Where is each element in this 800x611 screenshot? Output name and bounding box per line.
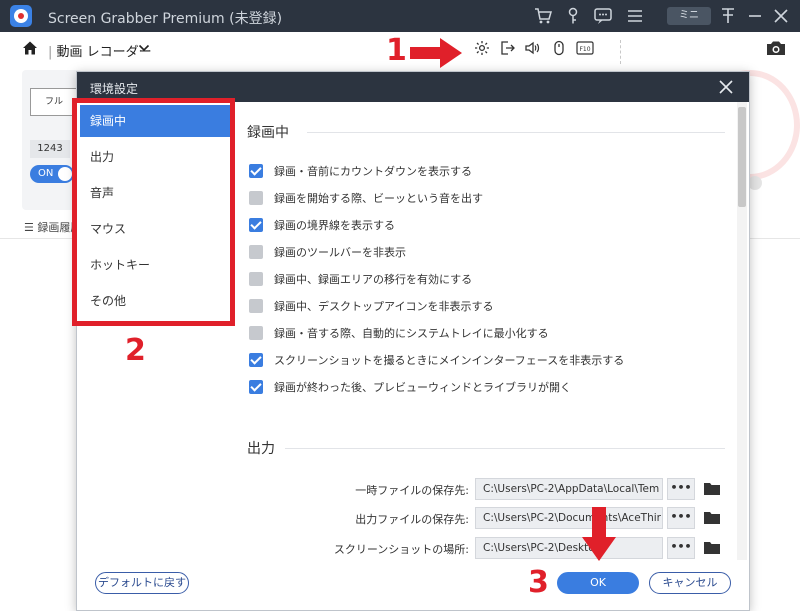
ok-button[interactable]: OK — [557, 572, 639, 594]
annotation-number-2: 2 — [125, 333, 146, 368]
settings-gear-icon[interactable] — [474, 40, 490, 56]
annotation-number-3: 3 — [528, 565, 549, 600]
volume-knob[interactable] — [748, 176, 762, 190]
close-window-icon[interactable] — [771, 6, 791, 26]
checkbox[interactable] — [249, 272, 263, 286]
pin-icon[interactable] — [718, 6, 738, 26]
mode-selector-label[interactable]: | 動画 レコーダー — [48, 41, 152, 60]
dialog-footer: デフォルトに戻す OK キャンセル — [77, 560, 749, 610]
folder-icon[interactable] — [703, 481, 721, 496]
recording-history-link[interactable]: ☰ 録画履歴 — [24, 219, 76, 235]
settings-content[interactable]: 録画中 録画・音前にカウントダウンを表示する 録画を開始する際、ビーッという音を… — [229, 102, 734, 560]
cart-icon[interactable] — [533, 6, 553, 26]
output-folder-field[interactable]: C:\Users\PC-2\Documents\AceThir — [475, 507, 663, 529]
output-folder-row: 出力ファイルの保存先: C:\Users\PC-2\Documents\AceT… — [229, 507, 734, 529]
dialog-title: 環境設定 — [90, 82, 139, 96]
hotkey-f10-icon[interactable]: F10 — [576, 40, 594, 56]
speaker-icon[interactable] — [524, 40, 540, 56]
reset-defaults-button[interactable]: デフォルトに戻す — [95, 572, 189, 594]
checkbox[interactable] — [249, 299, 263, 313]
mouse-icon[interactable] — [551, 40, 567, 56]
temp-folder-field[interactable]: C:\Users\PC-2\AppData\Local\Tem — [475, 478, 663, 500]
section-title-recording: 録画中 — [247, 125, 289, 141]
section-divider — [285, 448, 725, 449]
browse-button[interactable]: ••• — [667, 507, 695, 529]
width-value[interactable]: 1243 — [30, 140, 70, 158]
toolbar-divider — [620, 40, 621, 64]
camera-icon[interactable] — [765, 40, 787, 56]
checkbox[interactable] — [249, 191, 263, 205]
annotation-arrow-down-icon — [582, 507, 616, 561]
mini-mode-button[interactable]: ミニ — [667, 7, 711, 25]
feedback-icon[interactable] — [593, 6, 613, 26]
app-logo-icon — [10, 5, 32, 27]
checkbox[interactable] — [249, 326, 263, 340]
display-toggle[interactable]: ON — [30, 165, 74, 183]
annotation-number-1: 1 — [386, 33, 407, 68]
close-icon[interactable] — [717, 78, 735, 96]
checkbox[interactable] — [249, 380, 263, 394]
cancel-button[interactable]: キャンセル — [649, 572, 731, 594]
browse-button[interactable]: ••• — [667, 537, 695, 559]
annotation-highlight-box — [72, 98, 235, 326]
full-screen-option[interactable]: フル — [30, 88, 78, 116]
scrollbar-thumb[interactable] — [738, 107, 746, 207]
folder-icon[interactable] — [703, 510, 721, 525]
minimize-icon[interactable] — [745, 6, 765, 26]
menu-icon[interactable] — [625, 6, 645, 26]
checkbox[interactable] — [249, 245, 263, 259]
checkbox[interactable] — [249, 218, 263, 232]
key-icon[interactable] — [563, 6, 583, 26]
screenshot-folder-field[interactable]: C:\Users\PC-2\Desktop — [475, 537, 663, 559]
section-divider — [307, 132, 725, 133]
browse-button[interactable]: ••• — [667, 478, 695, 500]
home-icon[interactable] — [22, 40, 38, 56]
checkbox[interactable] — [249, 353, 263, 367]
temp-folder-row: 一時ファイルの保存先: C:\Users\PC-2\AppData\Local\… — [229, 478, 734, 500]
folder-icon[interactable] — [703, 540, 721, 555]
checkbox[interactable] — [249, 164, 263, 178]
screenshot-folder-row: スクリーンショットの場所: C:\Users\PC-2\Desktop ••• — [229, 537, 734, 559]
chevron-down-icon[interactable] — [138, 42, 150, 54]
section-title-output: 出力 — [247, 441, 275, 457]
title-bar: Screen Grabber Premium (未登録) ミニ — [0, 0, 800, 32]
svg-text:F10: F10 — [579, 46, 590, 53]
app-title: Screen Grabber Premium (未登録) — [48, 11, 283, 27]
export-icon[interactable] — [499, 40, 515, 56]
annotation-arrow-right-icon — [410, 38, 462, 68]
